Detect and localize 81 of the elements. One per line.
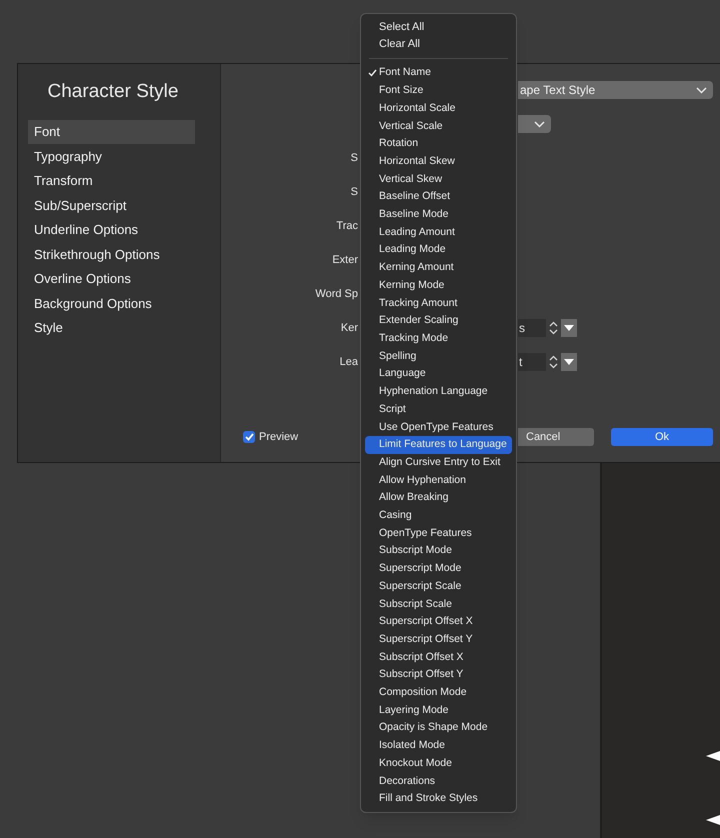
menu-item[interactable]: Subscript Offset X: [365, 648, 512, 666]
triangle-marker-icon: [706, 751, 720, 761]
menu-item[interactable]: Baseline Mode: [365, 206, 512, 224]
menu-item[interactable]: Tracking Mode: [365, 330, 512, 348]
ok-button[interactable]: Ok: [611, 428, 713, 446]
sidebar-item[interactable]: Strikethrough Options: [28, 242, 195, 266]
field-label: Ker: [340, 320, 358, 336]
menu-item[interactable]: Subscript Scale: [365, 596, 512, 614]
menu-item[interactable]: Font Name: [365, 64, 512, 82]
sidebar-item[interactable]: Transform: [28, 168, 195, 193]
menu-item[interactable]: Spelling: [365, 348, 512, 366]
menu-item[interactable]: Isolated Mode: [365, 737, 512, 755]
menu-item[interactable]: Superscript Mode: [365, 560, 512, 578]
preview-checkbox[interactable]: [243, 431, 255, 443]
sidebar-item[interactable]: Overline Options: [28, 266, 195, 291]
chevron-down-icon: [534, 120, 545, 128]
stepper-icon[interactable]: [548, 354, 559, 370]
checkmark-icon: [368, 69, 377, 78]
sidebar-item[interactable]: Sub/Superscript: [28, 193, 195, 218]
chevron-down-icon: [696, 86, 707, 94]
menu-item[interactable]: Vertical Skew: [365, 170, 512, 188]
preview-label: Preview: [259, 430, 298, 445]
style-dropdown[interactable]: ape Text Style: [518, 81, 713, 99]
checkmark-icon: [244, 433, 254, 441]
menu-item[interactable]: Casing: [365, 507, 512, 525]
menu-item[interactable]: Allow Hyphenation: [365, 472, 512, 490]
field-label: Exter: [332, 252, 358, 268]
menu-item[interactable]: Superscript Offset X: [365, 613, 512, 631]
value-field[interactable]: s: [518, 319, 546, 337]
menu-item[interactable]: Allow Breaking: [365, 489, 512, 508]
field-label: Trac: [336, 218, 358, 234]
menu-item[interactable]: Fill and Stroke Styles: [365, 790, 512, 808]
triangle-marker-icon: [706, 815, 720, 825]
field-label: Word Sp: [315, 286, 358, 302]
dialog-title: Character Style: [46, 80, 180, 104]
menu-item[interactable]: Script: [365, 400, 512, 419]
menu-item[interactable]: Subscript Mode: [365, 542, 512, 560]
menu-item[interactable]: OpenType Features: [365, 524, 512, 542]
field-label: S: [350, 150, 358, 166]
menu-item[interactable]: Horizontal Scale: [365, 100, 512, 118]
stepper-icon[interactable]: [548, 320, 559, 336]
menu-item[interactable]: Use OpenType Features: [365, 418, 512, 436]
menu-item[interactable]: Horizontal Skew: [365, 152, 512, 171]
menu-item[interactable]: Extender Scaling: [365, 312, 512, 330]
sidebar-item[interactable]: Typography: [28, 144, 195, 168]
menu-item[interactable]: Kerning Amount: [365, 259, 512, 277]
menu-item[interactable]: Knockout Mode: [365, 754, 512, 773]
field-label: Lea: [340, 354, 358, 370]
triangle-down-icon: [564, 359, 574, 365]
menu-item[interactable]: Align Cursive Entry to Exit: [365, 454, 512, 472]
menu-item[interactable]: Subscript Offset Y: [365, 666, 512, 684]
menu-item[interactable]: Layering Mode: [365, 702, 512, 720]
menu-item[interactable]: Leading Amount: [365, 224, 512, 242]
dropdown-arrow-button[interactable]: [561, 353, 577, 371]
sidebar-item[interactable]: Background Options: [28, 291, 195, 316]
menu-item[interactable]: Clear All: [361, 36, 516, 54]
sidebar-item[interactable]: Style: [28, 316, 195, 340]
menu-item[interactable]: Superscript Offset Y: [365, 630, 512, 649]
dropdown-arrow-button[interactable]: [561, 319, 577, 337]
cancel-button[interactable]: Cancel: [518, 428, 594, 446]
menu-item[interactable]: Language: [365, 365, 512, 384]
value-field[interactable]: t: [518, 353, 546, 371]
sidebar-item[interactable]: Underline Options: [28, 218, 195, 242]
menu-item[interactable]: Vertical Scale: [365, 118, 512, 136]
menu-item[interactable]: Kerning Mode: [365, 276, 512, 295]
menu-item[interactable]: Font Size: [365, 82, 512, 100]
field-label: S: [350, 184, 358, 200]
menu-item[interactable]: Hyphenation Language: [365, 383, 512, 401]
menu-item[interactable]: Composition Mode: [365, 684, 512, 702]
triangle-down-icon: [564, 325, 574, 331]
sidebar-item[interactable]: Font: [28, 120, 195, 144]
menu-item[interactable]: Leading Mode: [365, 242, 512, 260]
dropdown[interactable]: [518, 115, 551, 133]
menu-item[interactable]: Baseline Offset: [365, 188, 512, 206]
menu-item[interactable]: Opacity is Shape Mode: [365, 719, 512, 738]
menu-item[interactable]: Select All: [361, 18, 516, 36]
menu-item[interactable]: Decorations: [365, 772, 512, 790]
menu-item[interactable]: Superscript Scale: [365, 578, 512, 596]
menu-item[interactable]: Tracking Amount: [365, 294, 512, 312]
menu-item[interactable]: Limit Features to Language: [365, 436, 512, 454]
menu-item[interactable]: Rotation: [365, 135, 512, 153]
